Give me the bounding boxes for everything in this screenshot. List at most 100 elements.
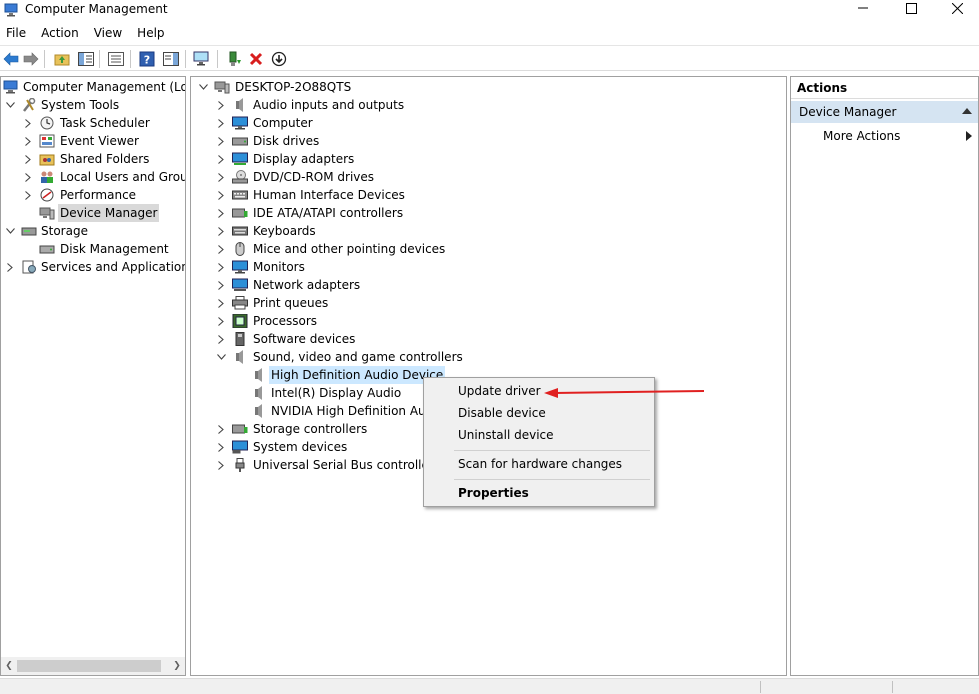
chevron-right-icon[interactable] bbox=[23, 150, 33, 168]
context-menu-uninstall-device[interactable]: Uninstall device bbox=[426, 424, 652, 446]
tree-item-device-manager[interactable]: Device Manager bbox=[1, 204, 185, 222]
tree-item-event-viewer[interactable]: Event Viewer bbox=[1, 132, 185, 150]
device-category[interactable]: Audio inputs and outputs bbox=[191, 96, 786, 114]
chevron-right-icon[interactable] bbox=[216, 456, 226, 474]
chevron-right-icon[interactable] bbox=[216, 438, 226, 456]
chevron-right-icon[interactable] bbox=[216, 222, 226, 240]
software-device-icon bbox=[235, 332, 245, 346]
speaker-icon bbox=[255, 368, 262, 382]
device-category[interactable]: Monitors bbox=[191, 258, 786, 276]
context-menu-scan-hardware[interactable]: Scan for hardware changes bbox=[426, 453, 652, 475]
chevron-right-icon[interactable] bbox=[216, 420, 226, 438]
device-category[interactable]: Print queues bbox=[191, 294, 786, 312]
back-button[interactable] bbox=[2, 50, 19, 67]
chevron-right-icon[interactable] bbox=[216, 150, 226, 168]
toolbar-separator bbox=[185, 50, 186, 68]
device-category-label: Print queues bbox=[253, 296, 329, 310]
forward-button[interactable] bbox=[22, 50, 39, 67]
menu-file[interactable]: File bbox=[0, 22, 32, 44]
menu-view[interactable]: View bbox=[88, 22, 128, 44]
show-hide-action-pane-button[interactable] bbox=[162, 50, 179, 67]
chevron-down-icon[interactable] bbox=[198, 78, 208, 96]
toolbar-separator bbox=[44, 50, 45, 68]
help-button[interactable]: ? bbox=[138, 50, 155, 67]
chevron-right-icon[interactable] bbox=[216, 204, 226, 222]
chevron-right-icon[interactable] bbox=[216, 276, 226, 294]
device-category[interactable]: Keyboards bbox=[191, 222, 786, 240]
maximize-button[interactable] bbox=[888, 0, 934, 16]
scrollbar-thumb[interactable] bbox=[17, 660, 161, 672]
device-category[interactable]: Computer bbox=[191, 114, 786, 132]
menu-action[interactable]: Action bbox=[35, 22, 85, 44]
tree-item-shared-folders[interactable]: Shared Folders bbox=[1, 150, 185, 168]
maximize-icon bbox=[905, 2, 917, 14]
tree-item-performance[interactable]: Performance bbox=[1, 186, 185, 204]
chevron-right-icon[interactable] bbox=[216, 114, 226, 132]
device-category[interactable]: Processors bbox=[191, 312, 786, 330]
performance-icon bbox=[40, 188, 54, 202]
device-category[interactable]: Software devices bbox=[191, 330, 786, 348]
chevron-right-icon[interactable] bbox=[23, 168, 33, 186]
chevron-right-icon[interactable] bbox=[216, 294, 226, 312]
device-category[interactable]: Display adapters bbox=[191, 150, 786, 168]
download-driver-button[interactable] bbox=[270, 50, 287, 67]
tree-item-task-scheduler[interactable]: Task Scheduler bbox=[1, 114, 185, 132]
chevron-right-icon[interactable] bbox=[216, 168, 226, 186]
chevron-right-icon[interactable] bbox=[216, 258, 226, 276]
chevron-down-icon[interactable] bbox=[216, 348, 226, 366]
chevron-right-icon[interactable] bbox=[23, 186, 33, 204]
close-button[interactable] bbox=[934, 0, 979, 16]
chevron-down-icon[interactable] bbox=[5, 222, 15, 240]
chevron-right-icon[interactable] bbox=[216, 186, 226, 204]
chevron-right-icon[interactable] bbox=[216, 132, 226, 150]
services-icon bbox=[22, 260, 36, 274]
folder-up-icon bbox=[54, 54, 69, 65]
more-actions-item[interactable]: More Actions bbox=[791, 125, 978, 147]
chevron-right-icon[interactable] bbox=[216, 240, 226, 258]
chevron-right-icon[interactable] bbox=[23, 132, 33, 150]
collapse-up-icon[interactable] bbox=[962, 108, 972, 114]
uninstall-device-button[interactable] bbox=[247, 50, 264, 67]
update-driver-icon bbox=[229, 51, 241, 66]
tree-item-label: Storage bbox=[41, 224, 88, 238]
scroll-right-icon[interactable]: ❯ bbox=[169, 657, 185, 675]
device-tree-root[interactable]: DESKTOP-2O88QTS bbox=[191, 78, 786, 96]
context-menu-properties[interactable]: Properties bbox=[426, 482, 652, 504]
horizontal-scrollbar[interactable]: ❮ ❯ bbox=[1, 657, 185, 675]
tree-item-local-users-groups[interactable]: Local Users and Groups bbox=[1, 168, 185, 186]
tree-item-label: Performance bbox=[60, 188, 137, 202]
update-driver-button[interactable] bbox=[225, 50, 242, 67]
device-category[interactable]: IDE ATA/ATAPI controllers bbox=[191, 204, 786, 222]
chevron-right-icon[interactable] bbox=[216, 330, 226, 348]
device-category[interactable]: Mice and other pointing devices bbox=[191, 240, 786, 258]
scan-hardware-button[interactable] bbox=[193, 50, 210, 67]
tree-item-services-applications[interactable]: Services and Applications bbox=[1, 258, 185, 276]
device-category[interactable]: DVD/CD-ROM drives bbox=[191, 168, 786, 186]
minimize-button[interactable] bbox=[840, 0, 886, 16]
processor-icon bbox=[232, 314, 248, 328]
chevron-right-icon[interactable] bbox=[216, 312, 226, 330]
tree-item-disk-management[interactable]: Disk Management bbox=[1, 240, 185, 258]
list-view-button[interactable] bbox=[107, 50, 124, 67]
chevron-right-icon[interactable] bbox=[216, 96, 226, 114]
menu-help[interactable]: Help bbox=[131, 22, 170, 44]
show-hide-console-tree-button[interactable] bbox=[77, 50, 94, 67]
device-category[interactable]: Network adapters bbox=[191, 276, 786, 294]
tree-root[interactable]: Computer Management (Local bbox=[1, 78, 185, 96]
chevron-right-icon[interactable] bbox=[23, 114, 33, 132]
device-category[interactable]: Human Interface Devices bbox=[191, 186, 786, 204]
tree-item-storage[interactable]: Storage bbox=[1, 222, 185, 240]
tree-item-system-tools[interactable]: System Tools bbox=[1, 96, 185, 114]
device-category-sound-video[interactable]: Sound, video and game controllers bbox=[191, 348, 786, 366]
up-one-level-button[interactable] bbox=[53, 50, 70, 67]
device-category-label: Audio inputs and outputs bbox=[253, 98, 405, 112]
chevron-right-icon[interactable] bbox=[5, 258, 15, 276]
ide-controller-icon bbox=[232, 208, 248, 218]
chevron-down-icon[interactable] bbox=[5, 96, 15, 114]
more-actions-label: More Actions bbox=[823, 129, 901, 143]
device-category[interactable]: Disk drives bbox=[191, 132, 786, 150]
context-menu-disable-device[interactable]: Disable device bbox=[426, 402, 652, 424]
actions-section-device-manager[interactable]: Device Manager bbox=[791, 101, 978, 123]
scroll-left-icon[interactable]: ❮ bbox=[1, 657, 17, 675]
device-tree-pane: DESKTOP-2O88QTS Audio inputs and outputs… bbox=[190, 76, 787, 676]
